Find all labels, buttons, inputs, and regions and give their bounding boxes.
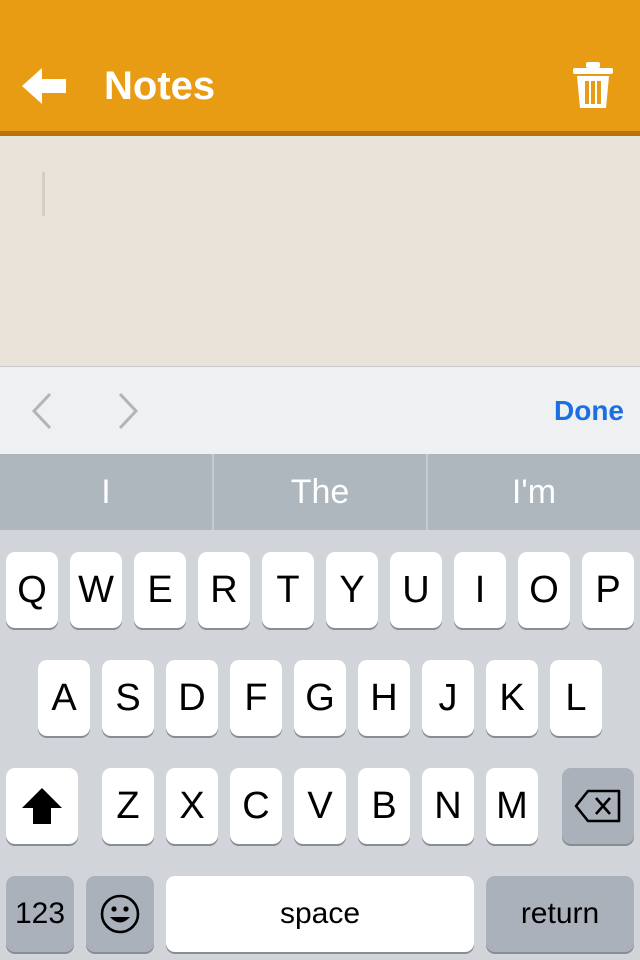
back-button[interactable]: [20, 66, 68, 106]
next-field-button[interactable]: [116, 391, 140, 431]
key-n[interactable]: N: [422, 768, 474, 844]
key-l[interactable]: L: [550, 660, 602, 736]
suggestion-item[interactable]: The: [212, 454, 426, 530]
key-j[interactable]: J: [422, 660, 474, 736]
numbers-key[interactable]: 123: [6, 876, 74, 952]
key-y[interactable]: Y: [326, 552, 378, 628]
arrow-left-icon: [22, 68, 66, 104]
key-d[interactable]: D: [166, 660, 218, 736]
text-cursor: [42, 172, 45, 216]
predictive-suggestion-bar: I The I'm: [0, 454, 640, 530]
key-p[interactable]: P: [582, 552, 634, 628]
suggestion-item[interactable]: I: [0, 454, 212, 530]
key-k[interactable]: K: [486, 660, 538, 736]
key-b[interactable]: B: [358, 768, 410, 844]
key-g[interactable]: G: [294, 660, 346, 736]
key-q[interactable]: Q: [6, 552, 58, 628]
key-s[interactable]: S: [102, 660, 154, 736]
emoji-icon: [100, 894, 140, 934]
key-c[interactable]: C: [230, 768, 282, 844]
shift-arrow-icon: [22, 788, 62, 824]
key-z[interactable]: Z: [102, 768, 154, 844]
key-h[interactable]: H: [358, 660, 410, 736]
trash-icon: [573, 62, 613, 108]
key-f[interactable]: F: [230, 660, 282, 736]
emoji-key[interactable]: [86, 876, 154, 952]
key-i[interactable]: I: [454, 552, 506, 628]
key-u[interactable]: U: [390, 552, 442, 628]
app-header: Notes: [0, 0, 640, 136]
backspace-key[interactable]: [562, 768, 634, 844]
key-o[interactable]: O: [518, 552, 570, 628]
chevron-left-icon: [31, 392, 52, 430]
key-r[interactable]: R: [198, 552, 250, 628]
delete-note-button[interactable]: [570, 60, 616, 110]
return-key[interactable]: return: [486, 876, 634, 952]
key-x[interactable]: X: [166, 768, 218, 844]
keyboard: Q W E R T Y U I O P A S D F G H J K L Z …: [0, 530, 640, 960]
previous-field-button[interactable]: [30, 391, 54, 431]
key-a[interactable]: A: [38, 660, 90, 736]
suggestion-item[interactable]: I'm: [426, 454, 640, 530]
key-m[interactable]: M: [486, 768, 538, 844]
note-text-area[interactable]: [0, 136, 640, 366]
key-w[interactable]: W: [70, 552, 122, 628]
space-key[interactable]: space: [166, 876, 474, 952]
done-button[interactable]: Done: [554, 395, 624, 427]
shift-key[interactable]: [6, 768, 78, 844]
chevron-right-icon: [118, 392, 139, 430]
backspace-icon: [574, 789, 621, 823]
page-title: Notes: [104, 64, 216, 108]
key-e[interactable]: E: [134, 552, 186, 628]
key-t[interactable]: T: [262, 552, 314, 628]
key-v[interactable]: V: [294, 768, 346, 844]
keyboard-accessory-bar: Done: [0, 366, 640, 454]
